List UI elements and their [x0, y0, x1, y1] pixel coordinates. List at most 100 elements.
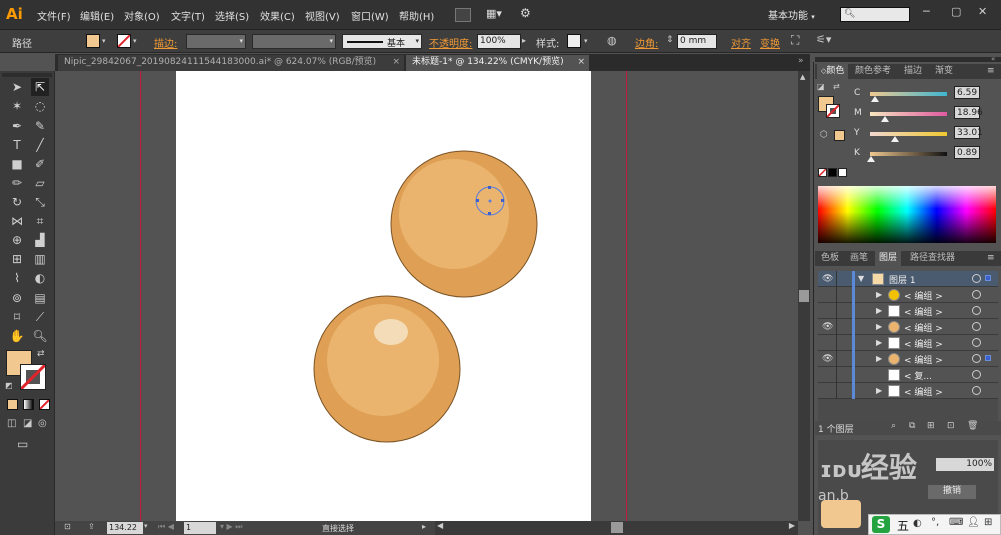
sublayer-row[interactable]: 👁︎ ▶ < 编组 > — [818, 351, 998, 367]
free-transform-tool-icon[interactable]: ⌗ — [31, 212, 49, 230]
perspective-grid-tool-icon[interactable]: ▟ — [31, 231, 49, 249]
target-icon[interactable] — [972, 354, 981, 363]
share-icon[interactable]: ⇪ — [88, 522, 95, 531]
expand-arrow-icon[interactable]: ▶ — [876, 306, 882, 315]
none-color-chip[interactable] — [818, 168, 827, 177]
orange-bottom[interactable] — [313, 295, 461, 443]
corner-link[interactable]: 边角: — [635, 35, 658, 50]
tab-scroll-icon[interactable]: » — [798, 56, 804, 66]
artboard-tool-icon[interactable]: ⌑ — [8, 308, 26, 326]
panel-dock-grip[interactable] — [815, 57, 1001, 62]
opacity-field[interactable]: 100% — [477, 34, 521, 49]
tab-swatches[interactable]: 色板 — [817, 251, 843, 266]
expand-arrow-icon[interactable]: ▶ — [876, 386, 882, 395]
yellow-slider-thumb[interactable] — [891, 136, 900, 142]
swap-fill-stroke-icon[interactable]: ⇄ — [833, 82, 840, 91]
draw-normal-icon[interactable]: ◫ — [7, 418, 16, 429]
vertical-scrollbar[interactable]: ▲ — [798, 71, 810, 521]
artboard-number-field[interactable]: 1 — [184, 522, 216, 534]
screen-mode-icon[interactable]: ▭ — [17, 437, 28, 451]
zoom-field[interactable]: 134.22 — [107, 522, 143, 534]
menu-effect[interactable]: 效果(C) — [260, 8, 295, 23]
sublayer-row[interactable]: ▶ < 编组 > — [818, 303, 998, 319]
sublayer-row[interactable]: ▶ < 编组 > — [818, 287, 998, 303]
target-icon[interactable] — [972, 322, 981, 331]
tab-untitled-document[interactable]: 未标题-1* @ 134.22% (CMYK/预览) × — [406, 55, 589, 71]
tab-gradient[interactable]: 渐变 — [931, 64, 957, 79]
sublayer-row[interactable]: < 复... — [818, 367, 998, 383]
zoom-tool-icon[interactable]: 🔍︎ — [31, 327, 49, 345]
punctuation-icon[interactable]: °, — [931, 517, 939, 528]
tab-brushes[interactable]: 画笔 — [846, 251, 872, 266]
selection-indicator[interactable] — [985, 355, 991, 361]
out-of-gamut-icon[interactable]: ⬡ — [820, 130, 828, 140]
vertical-scroll-thumb[interactable] — [799, 290, 809, 302]
type-tool-icon[interactable]: T — [8, 136, 26, 154]
sublayer-row[interactable]: ▶ < 编组 > — [818, 383, 998, 399]
fill-swatch[interactable] — [86, 34, 100, 48]
menu-help[interactable]: 帮助(H) — [399, 8, 434, 23]
expand-arrow-icon[interactable]: ▶ — [876, 290, 882, 299]
align-link[interactable]: 对齐 — [731, 35, 751, 50]
line-tool-icon[interactable]: ╱ — [31, 136, 49, 154]
first-artboard-icon[interactable]: ⏮ ◀ — [158, 522, 174, 532]
zoom-dropdown-icon[interactable]: ▾ — [144, 522, 148, 530]
rectangle-tool-icon[interactable]: ■ — [8, 155, 26, 173]
opacity-link[interactable]: 不透明度: — [429, 35, 472, 50]
opacity-value-field[interactable]: 100% — [936, 458, 994, 471]
stroke-dropdown-icon[interactable]: ▾ — [133, 37, 137, 45]
stroke-link[interactable]: 描边: — [154, 35, 177, 50]
delete-layer-icon[interactable]: 🗑︎ — [967, 421, 978, 431]
target-icon[interactable] — [972, 338, 981, 347]
target-icon[interactable] — [972, 370, 981, 379]
cyan-slider[interactable] — [870, 92, 947, 96]
width-tool-icon[interactable]: ⋈ — [8, 212, 26, 230]
default-fill-stroke-icon[interactable]: ◪ — [817, 82, 825, 91]
bridge-icon[interactable] — [455, 8, 471, 22]
next-artboard-icon[interactable]: ▾ ▶ ⏭ — [220, 522, 242, 532]
artwork[interactable] — [176, 71, 591, 521]
variable-width-dropdown[interactable]: ▾ — [252, 34, 336, 49]
menu-edit[interactable]: 编辑(E) — [80, 8, 114, 23]
new-layer-icon[interactable]: ⊡ — [947, 421, 955, 431]
expand-arrow-icon[interactable]: ▶ — [876, 322, 882, 331]
minimize-icon[interactable]: ─ — [923, 5, 930, 18]
sublayer-name[interactable]: < 编组 > — [904, 321, 943, 334]
selection-tool-icon[interactable]: ➤ — [8, 78, 26, 96]
sync-icon[interactable]: ⚙ — [520, 6, 531, 20]
transform-link[interactable]: 变换 — [760, 35, 780, 50]
sublayer-name[interactable]: < 编组 > — [904, 385, 943, 398]
in-gamut-color-swatch[interactable] — [834, 130, 845, 141]
column-graph-tool-icon[interactable]: ▤ — [31, 289, 49, 307]
undo-button[interactable]: 撤销 — [928, 485, 976, 499]
target-icon[interactable] — [972, 306, 981, 315]
direct-selection-tool-icon[interactable]: ⇱ — [31, 78, 49, 96]
options-icon[interactable]: ⚟▾ — [816, 33, 831, 46]
sublayer-name[interactable]: < 编组 > — [904, 353, 943, 366]
tab-color[interactable]: ◇颜色 — [817, 64, 849, 79]
style-dropdown-icon[interactable]: ▾ — [584, 37, 588, 45]
tab-layers[interactable]: 图层 — [875, 251, 902, 266]
draw-behind-icon[interactable]: ◪ — [23, 418, 32, 429]
stroke-color-box[interactable] — [20, 364, 46, 390]
restore-icon[interactable]: ▢ — [951, 5, 961, 18]
eye-icon[interactable]: 👁︎ — [822, 354, 834, 364]
panel-menu-icon[interactable]: ≡ — [987, 253, 995, 263]
none-mode-icon[interactable] — [39, 399, 50, 410]
arrange-documents-icon[interactable]: ▦▾ — [486, 7, 502, 20]
close-icon[interactable]: ✕ — [978, 5, 987, 18]
tools-grip[interactable] — [2, 73, 52, 77]
panel-stroke-swatch[interactable] — [826, 104, 840, 118]
new-sublayer-icon[interactable]: ⊞ — [927, 421, 935, 431]
collapse-panels-icon[interactable]: « — [991, 55, 995, 63]
magenta-value-field[interactable]: 18.96 — [954, 106, 983, 119]
scroll-right-icon[interactable]: ▶ — [789, 521, 795, 530]
fill-dropdown-icon[interactable]: ▾ — [102, 37, 106, 45]
gradient-mode-icon[interactable] — [23, 399, 34, 410]
stroke-profile-dropdown[interactable]: 基本 ▾ — [342, 34, 422, 49]
search-input[interactable]: 🔍︎ — [840, 7, 910, 22]
stroke-swatch[interactable] — [117, 34, 131, 48]
eyedropper-tool-icon[interactable]: ⌇ — [8, 269, 26, 287]
recolor-icon[interactable]: ◍ — [607, 34, 617, 47]
cyan-value-field[interactable]: 6.59 — [954, 86, 980, 99]
